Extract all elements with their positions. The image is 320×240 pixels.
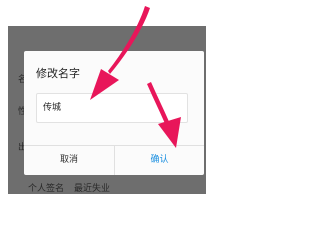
cancel-button[interactable]: 取消 (24, 146, 114, 175)
top-bar (10, 0, 204, 26)
name-input[interactable]: 传城 (36, 93, 188, 123)
edit-name-dialog: 修改名字 传城 取消 确认 (24, 51, 204, 175)
screen: 名 性 出 个人签名 最近失业 修改名字 传城 取消 确认 (0, 0, 216, 203)
background-row-signature: 个人签名 最近失业 (28, 181, 110, 194)
signature-label: 个人签名 (28, 184, 65, 194)
confirm-button[interactable]: 确认 (115, 146, 204, 175)
signature-value: 最近失业 (74, 184, 111, 194)
dialog-title: 修改名字 (36, 67, 80, 80)
